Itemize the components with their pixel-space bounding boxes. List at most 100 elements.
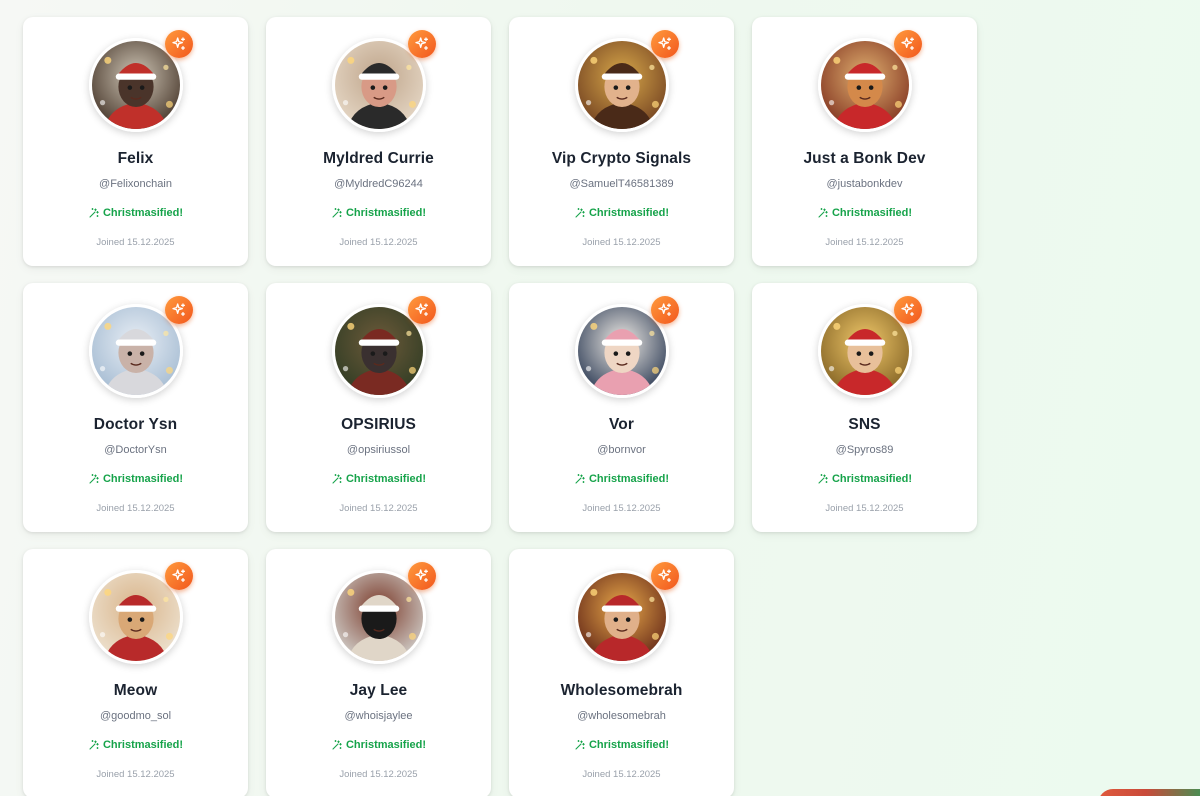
status-text: Christmasified! [588,473,670,485]
avatar-container [817,296,922,398]
status-label: Christmasified! [817,207,912,219]
wand-sparkles-icon [332,473,342,484]
avatar-image [91,41,180,129]
avatar-container [574,562,679,664]
user-card-5[interactable]: OPSIRIUS @opsiriussol Christmasified! Jo… [266,283,491,532]
avatar-container [88,562,193,664]
user-handle: @justabonkdev [826,178,903,190]
avatar-image [820,41,909,129]
wand-sparkles-icon [575,473,585,484]
joined-date: Joined 15.12.2025 [582,769,661,780]
wand-sparkles-icon [818,207,828,218]
status-label: Christmasified! [331,207,426,219]
status-label: Christmasified! [574,473,669,485]
user-card-1[interactable]: Myldred Currie @MyldredC96244 Christmasi… [266,17,491,266]
wand-sparkles-icon [575,739,585,750]
avatar-image [820,307,909,395]
user-name: Myldred Currie [323,150,434,167]
user-name: Doctor Ysn [93,416,178,433]
avatar-image [91,573,180,661]
user-handle: @bornvor [597,444,646,456]
sparkles-icon [164,30,193,58]
joined-date: Joined 15.12.2025 [582,237,661,248]
user-handle: @wholesomebrah [577,710,666,722]
user-name: Wholesomebrah [560,682,683,699]
user-handle: @MyldredC96244 [334,178,423,190]
user-card-8[interactable]: Meow @goodmo_sol Christmasified! Joined … [23,549,248,796]
status-label: Christmasified! [574,207,669,219]
avatar-image [334,307,423,395]
joined-date: Joined 15.12.2025 [582,503,661,514]
joined-date: Joined 15.12.2025 [96,769,175,780]
wand-sparkles-icon [89,739,99,750]
wand-sparkles-icon [332,739,342,750]
joined-date: Joined 15.12.2025 [339,769,418,780]
sparkles-icon [893,296,922,324]
user-card-4[interactable]: Doctor Ysn @DoctorYsn Christmasified! Jo… [23,283,248,532]
sparkles-icon [893,30,922,58]
status-label: Christmasified! [574,739,669,751]
status-text: Christmasified! [345,473,427,485]
avatar-container [331,296,436,398]
avatar-container [817,30,922,132]
user-name: Vip Crypto Signals [551,150,692,167]
sparkles-icon [164,562,193,590]
user-handle: @opsiriussol [346,444,411,456]
avatar-image [577,573,666,661]
sparkles-icon [407,562,436,590]
joined-date: Joined 15.12.2025 [96,237,175,248]
status-label: Christmasified! [331,473,426,485]
user-card-3[interactable]: Just a Bonk Dev @justabonkdev Christmasi… [752,17,977,266]
user-card-6[interactable]: Vor @bornvor Christmasified! Joined 15.1… [509,283,734,532]
sparkles-icon [650,296,679,324]
user-name: Jay Lee [349,682,408,699]
user-handle: @Felixonchain [99,178,172,190]
joined-date: Joined 15.12.2025 [825,237,904,248]
avatar-container [88,296,193,398]
user-name: Just a Bonk Dev [803,150,926,167]
avatar-container [574,296,679,398]
avatar-container [574,30,679,132]
user-name: Felix [117,150,154,167]
wand-sparkles-icon [332,207,342,218]
user-name: Vor [609,416,634,433]
sparkles-icon [650,30,679,58]
sparkles-icon [650,562,679,590]
user-card-grid: Felix @Felixonchain Christmasified! Join… [23,17,977,796]
user-name: Meow [113,682,158,699]
sparkles-icon [407,30,436,58]
wand-sparkles-icon [89,207,99,218]
wand-sparkles-icon [575,207,585,218]
user-handle: @SamuelT46581389 [569,178,674,190]
status-label: Christmasified! [88,473,183,485]
user-card-7[interactable]: SNS @Spyros89 Christmasified! Joined 15.… [752,283,977,532]
joined-date: Joined 15.12.2025 [96,503,175,514]
user-card-10[interactable]: Wholesomebrah @wholesomebrah Christmasif… [509,549,734,796]
user-card-0[interactable]: Felix @Felixonchain Christmasified! Join… [23,17,248,266]
status-text: Christmasified! [102,207,184,219]
joined-date: Joined 15.12.2025 [339,503,418,514]
floating-action-button[interactable] [1098,789,1200,796]
status-text: Christmasified! [345,207,427,219]
user-card-2[interactable]: Vip Crypto Signals @SamuelT46581389 Chri… [509,17,734,266]
user-handle: @goodmo_sol [99,710,172,722]
avatar-image [334,41,423,129]
avatar-image [577,41,666,129]
user-name: OPSIRIUS [341,416,416,433]
avatar-image [91,307,180,395]
status-text: Christmasified! [345,739,427,751]
sparkles-icon [164,296,193,324]
sparkles-icon [407,296,436,324]
status-text: Christmasified! [588,207,670,219]
status-text: Christmasified! [831,473,913,485]
status-text: Christmasified! [588,739,670,751]
status-text: Christmasified! [831,207,913,219]
joined-date: Joined 15.12.2025 [825,503,904,514]
user-name: SNS [848,416,881,433]
status-label: Christmasified! [88,739,183,751]
avatar-image [334,573,423,661]
user-card-9[interactable]: Jay Lee @whoisjaylee Christmasified! Joi… [266,549,491,796]
avatar-container [88,30,193,132]
wand-sparkles-icon [89,473,99,484]
status-label: Christmasified! [817,473,912,485]
